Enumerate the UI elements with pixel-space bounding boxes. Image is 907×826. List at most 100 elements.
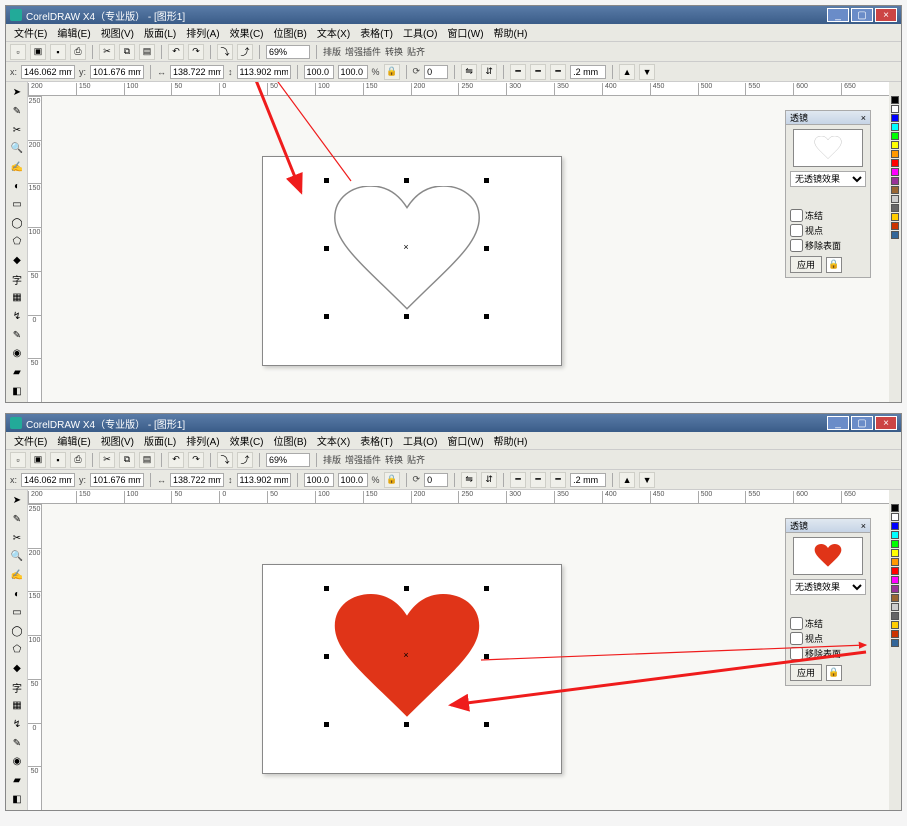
rect-tool-icon[interactable]: ▭ (8, 604, 26, 622)
sel-handle-w[interactable] (324, 654, 329, 659)
polygon-tool-icon[interactable]: ⬠ (8, 233, 26, 251)
zoom-tool-icon[interactable]: 🔍 (8, 140, 26, 158)
close-button[interactable]: × (875, 416, 897, 430)
chk-remove-face[interactable]: 移除表面 (790, 239, 866, 252)
swatch-yellow[interactable] (891, 141, 899, 149)
tb2-item-1[interactable]: 排版 (323, 45, 341, 58)
menu-window[interactable]: 窗口(W) (443, 432, 487, 449)
menu-effects[interactable]: 效果(C) (226, 24, 268, 41)
swatch-green[interactable] (891, 540, 899, 548)
menu-text[interactable]: 文本(X) (313, 24, 354, 41)
tb2-item-4[interactable]: 贴齐 (407, 45, 425, 58)
swatch-steel[interactable] (891, 231, 899, 239)
export-icon[interactable]: ⤴ (237, 452, 253, 468)
sel-handle-ne[interactable] (484, 586, 489, 591)
menu-tools[interactable]: 工具(O) (399, 432, 441, 449)
print-icon[interactable]: ⎙ (70, 44, 86, 60)
paste-icon[interactable]: ▤ (139, 452, 155, 468)
outline-tool-icon[interactable]: ◉ (8, 753, 26, 771)
docker-close-icon[interactable]: × (861, 113, 866, 123)
tb2-item-2[interactable]: 增强插件 (345, 453, 381, 466)
eyedropper-tool-icon[interactable]: ✎ (8, 326, 26, 344)
apply-button[interactable]: 应用 (790, 256, 822, 273)
chk-remove-face[interactable]: 移除表面 (790, 647, 866, 660)
swatch-red[interactable] (891, 159, 899, 167)
ellipse-tool-icon[interactable]: ◯ (8, 214, 26, 232)
chk-viewpoint[interactable]: 视点 (790, 632, 866, 645)
sel-handle-nw[interactable] (324, 586, 329, 591)
outline-width[interactable] (570, 473, 606, 487)
menu-view[interactable]: 视图(V) (97, 432, 138, 449)
import-icon[interactable]: ⤵ (217, 44, 233, 60)
tb2-item-4[interactable]: 贴齐 (407, 453, 425, 466)
menu-window[interactable]: 窗口(W) (443, 24, 487, 41)
min-button[interactable]: _ (827, 416, 849, 430)
tb2-item-3[interactable]: 转换 (385, 453, 403, 466)
smartfill-tool-icon[interactable]: ◐ (8, 585, 26, 603)
smartfill-tool-icon[interactable]: ◐ (8, 177, 26, 195)
freehand-tool-icon[interactable]: ✍ (8, 567, 26, 585)
menu-file[interactable]: 文件(E) (10, 432, 51, 449)
swatch-purple[interactable] (891, 177, 899, 185)
apply-lock-icon[interactable]: 🔒 (826, 257, 842, 273)
pos-x[interactable] (21, 65, 75, 79)
pick-tool-icon[interactable]: ➤ (8, 84, 26, 102)
sel-handle-n[interactable] (404, 586, 409, 591)
swatch-magenta[interactable] (891, 168, 899, 176)
scale-y[interactable] (338, 473, 368, 487)
cut-icon[interactable]: ✂ (99, 44, 115, 60)
sel-handle-se[interactable] (484, 722, 489, 727)
swatch-dkgray[interactable] (891, 204, 899, 212)
docker-close-icon[interactable]: × (861, 521, 866, 531)
sel-handle-se[interactable] (484, 314, 489, 319)
import-icon[interactable]: ⤵ (217, 452, 233, 468)
swatch-magenta[interactable] (891, 576, 899, 584)
swatch-gold[interactable] (891, 621, 899, 629)
menu-table[interactable]: 表格(T) (356, 24, 397, 41)
interactive-tool-icon[interactable]: ↯ (8, 716, 26, 734)
swatch-dkgray[interactable] (891, 612, 899, 620)
scale-x[interactable] (304, 65, 334, 79)
swatch-red[interactable] (891, 567, 899, 575)
menu-effects[interactable]: 效果(C) (226, 432, 268, 449)
chk-freeze[interactable]: 冻结 (790, 209, 866, 222)
to-front-icon[interactable]: ▲ (619, 472, 635, 488)
lens-effect-select[interactable]: 无透镜效果 (790, 579, 866, 595)
crop-tool-icon[interactable]: ✂ (8, 529, 26, 547)
redo-icon[interactable]: ↷ (188, 44, 204, 60)
outline-style-icon[interactable]: ━ (510, 64, 526, 80)
lock-aspect-icon[interactable]: 🔒 (384, 472, 400, 488)
sel-center[interactable]: × (403, 652, 409, 658)
to-back-icon[interactable]: ▼ (639, 472, 655, 488)
shape-tool-icon[interactable]: ✎ (8, 511, 26, 529)
menu-file[interactable]: 文件(E) (10, 24, 51, 41)
max-button[interactable]: ▢ (851, 8, 873, 22)
apply-lock-icon[interactable]: 🔒 (826, 665, 842, 681)
menu-help[interactable]: 帮助(H) (490, 24, 532, 41)
menu-table[interactable]: 表格(T) (356, 432, 397, 449)
text-tool-icon[interactable]: 字 (8, 678, 26, 696)
save-icon[interactable]: ▪ (50, 452, 66, 468)
interactive-tool-icon[interactable]: ↯ (8, 308, 26, 326)
swatch-purple[interactable] (891, 585, 899, 593)
swatch-cyan[interactable] (891, 123, 899, 131)
tb2-item-3[interactable]: 转换 (385, 45, 403, 58)
outline-tool-icon[interactable]: ◉ (8, 345, 26, 363)
crop-tool-icon[interactable]: ✂ (8, 121, 26, 139)
fill-tool-icon[interactable]: ▰ (8, 772, 26, 790)
min-button[interactable]: _ (827, 8, 849, 22)
swatch-steel[interactable] (891, 639, 899, 647)
zoom-tool-icon[interactable]: 🔍 (8, 548, 26, 566)
zoom-input[interactable] (266, 45, 310, 59)
pos-y[interactable] (90, 65, 144, 79)
swatch-darkred[interactable] (891, 222, 899, 230)
to-back-icon[interactable]: ▼ (639, 64, 655, 80)
interactive-fill-tool-icon[interactable]: ◧ (8, 382, 26, 400)
swatch-black[interactable] (891, 504, 899, 512)
swatch-blue[interactable] (891, 114, 899, 122)
redo-icon[interactable]: ↷ (188, 452, 204, 468)
pos-y[interactable] (90, 473, 144, 487)
shape-tool-icon[interactable]: ✎ (8, 103, 26, 121)
basic-shapes-tool-icon[interactable]: ◆ (8, 660, 26, 678)
menu-text[interactable]: 文本(X) (313, 432, 354, 449)
